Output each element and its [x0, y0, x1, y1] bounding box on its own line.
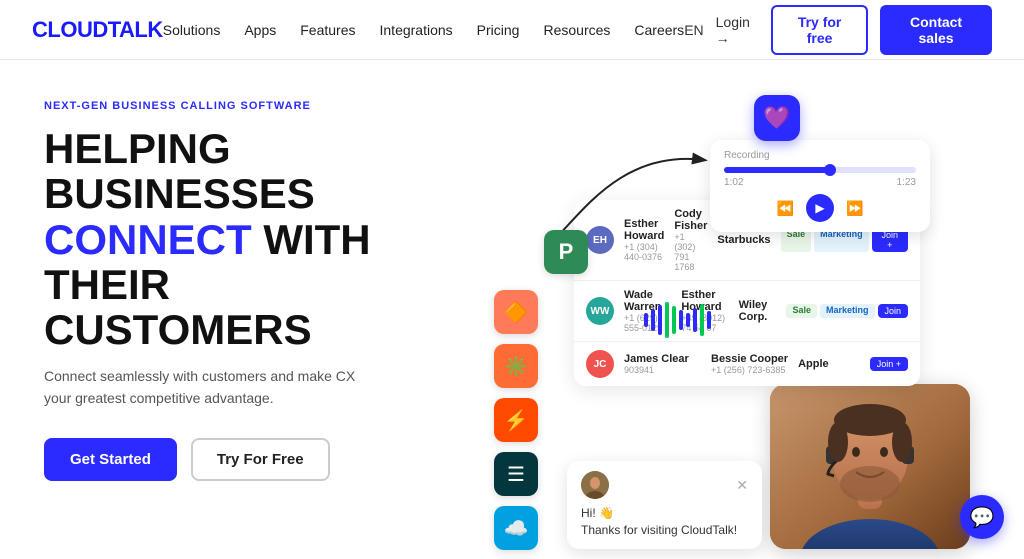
crm-company-name-1: Starbucks [717, 234, 770, 246]
join-button-3[interactable]: Join + [870, 357, 908, 371]
nav-pricing[interactable]: Pricing [477, 22, 520, 38]
brand-name: CLOUDTALK [32, 17, 163, 43]
chat-message-text: Thanks for visiting CloudTalk! [581, 523, 737, 537]
nav-solutions[interactable]: Solutions [163, 22, 221, 38]
logo[interactable]: CLOUDTALK [32, 17, 163, 43]
get-started-button[interactable]: Get Started [44, 438, 177, 481]
wave-bar-6 [679, 310, 683, 330]
recording-label: Recording [724, 150, 916, 161]
hero-tag: Next-gen business calling software [44, 100, 464, 112]
wave-bar-3 [658, 305, 662, 335]
nav-resources[interactable]: Resources [543, 22, 610, 38]
asterisk-icon: ✳️ [494, 344, 538, 388]
wave-bar-1 [644, 313, 648, 327]
person-image [770, 384, 970, 549]
navbar: CLOUDTALK Solutions Apps Features Integr… [0, 0, 1024, 60]
recording-widget: Recording 1:02 1:23 ⏪ ▶ ⏩ [710, 140, 930, 232]
crm-contact-phone-3: +1 (256) 723-6385 [711, 365, 788, 375]
hero-section: Next-gen business calling software HELPI… [0, 60, 1024, 559]
contact-sales-button[interactable]: Contact sales [880, 5, 992, 55]
recording-times: 1:02 1:23 [724, 177, 916, 188]
crm-name-3: James Clear [624, 353, 701, 365]
crm-contact-name-3: Bessie Cooper [711, 353, 788, 365]
nav-integrations[interactable]: Integrations [380, 22, 453, 38]
zendesk-icon: ☰ [494, 452, 538, 496]
crm-phone-3: 903941 [624, 365, 701, 375]
hubspot-icon: 🔶 [494, 290, 538, 334]
wave-bar-9 [700, 304, 704, 336]
chat-greeting: Hi! 👋 Thanks for visiting CloudTalk! [581, 505, 748, 539]
crm-person-3: James Clear 903941 [624, 353, 701, 375]
crm-company-name-3: Apple [798, 358, 860, 370]
crm-tags-3: Join + [870, 357, 908, 371]
crm-company-name-2: Wiley Corp. [739, 299, 777, 323]
hero-description: Connect seamlessly with customers and ma… [44, 365, 384, 410]
chat-greeting-text: Hi! 👋 [581, 506, 614, 520]
login-button[interactable]: Login → [716, 14, 759, 46]
crm-company-3: Apple [798, 358, 860, 370]
recording-handle [824, 164, 836, 176]
live-chat-float-button[interactable]: 💬 [960, 495, 1004, 539]
tag-marketing-2: Marketing [820, 304, 875, 318]
wave-bar-5 [672, 306, 676, 334]
join-button-2[interactable]: Join [878, 304, 909, 318]
wave-bar-7 [686, 313, 690, 327]
crm-row-3: JC James Clear 903941 Bessie Cooper +1 (… [574, 342, 920, 386]
crm-company-2: Wiley Corp. [739, 299, 777, 323]
crm-avatar-2: WW [586, 297, 614, 325]
heart-icon-bubble: 💜 [754, 95, 800, 141]
salesforce-icon: ☁️ [494, 506, 538, 550]
recording-rewind-icon[interactable]: ⏪ [777, 200, 794, 217]
recording-forward-icon[interactable]: ⏩ [846, 200, 863, 217]
hero-buttons: Get Started Try For Free [44, 438, 464, 481]
crm-tags-2: Sale Marketing Join [786, 304, 908, 318]
nav-apps[interactable]: Apps [244, 22, 276, 38]
tag-sale-2: Sale [786, 304, 817, 318]
recording-progress-bar[interactable] [724, 167, 916, 173]
try-free-hero-button[interactable]: Try For Free [191, 438, 330, 481]
crm-row-2: WW Wade Warren +1 (629) 555-0129 Esther … [574, 281, 920, 342]
chat-close-button[interactable]: ✕ [736, 477, 748, 494]
integration-icons: 🔶 ✳️ ⚡ ☰ ☁️ ⊞ [494, 290, 538, 559]
nav-careers[interactable]: Careers [634, 22, 684, 38]
wave-bar-4 [665, 302, 669, 338]
wave-bar-2 [651, 309, 655, 331]
chat-bubble: ✕ Hi! 👋 Thanks for visiting CloudTalk! [567, 461, 762, 549]
wave-bar-8 [693, 308, 697, 332]
chat-avatar [581, 471, 609, 499]
recording-fill [724, 167, 830, 173]
crm-avatar-3: JC [586, 350, 614, 378]
crm-company-1: Starbucks [717, 234, 770, 246]
hero-left: Next-gen business calling software HELPI… [44, 90, 464, 481]
hero-title-line3: CUSTOMERS [44, 306, 312, 353]
crm-contact-3: Bessie Cooper +1 (256) 723-6385 [711, 353, 788, 375]
pipedrive-icon: P [544, 230, 588, 274]
hero-title-highlight: CONNECT [44, 216, 252, 263]
wave-bar-10 [707, 311, 711, 329]
zapier-icon: ⚡ [494, 398, 538, 442]
chat-avatar-image [581, 471, 609, 499]
recording-time-end: 1:23 [897, 177, 916, 188]
heart-icon: 💜 [763, 105, 790, 131]
nav-features[interactable]: Features [300, 22, 355, 38]
recording-time-start: 1:02 [724, 177, 743, 188]
chat-float-icon: 💬 [970, 505, 995, 530]
hero-right: 💜 Recording 1:02 1:23 ⏪ ▶ ⏩ [464, 90, 980, 559]
hero-title: HELPING BUSINESSES CONNECT WITH THEIR CU… [44, 126, 464, 353]
language-selector[interactable]: EN [684, 22, 703, 38]
hero-title-line1: HELPING BUSINESSES [44, 125, 315, 217]
audio-waveform [644, 300, 711, 340]
recording-controls: ⏪ ▶ ⏩ [724, 194, 916, 222]
person-photo [770, 384, 970, 549]
recording-play-button[interactable]: ▶ [806, 194, 834, 222]
nav-links: Solutions Apps Features Integrations Pri… [163, 22, 684, 38]
person-svg [770, 384, 970, 549]
chat-header: ✕ [581, 471, 748, 499]
nav-right: EN Login → Try for free Contact sales [684, 5, 992, 55]
try-free-nav-button[interactable]: Try for free [771, 5, 868, 55]
